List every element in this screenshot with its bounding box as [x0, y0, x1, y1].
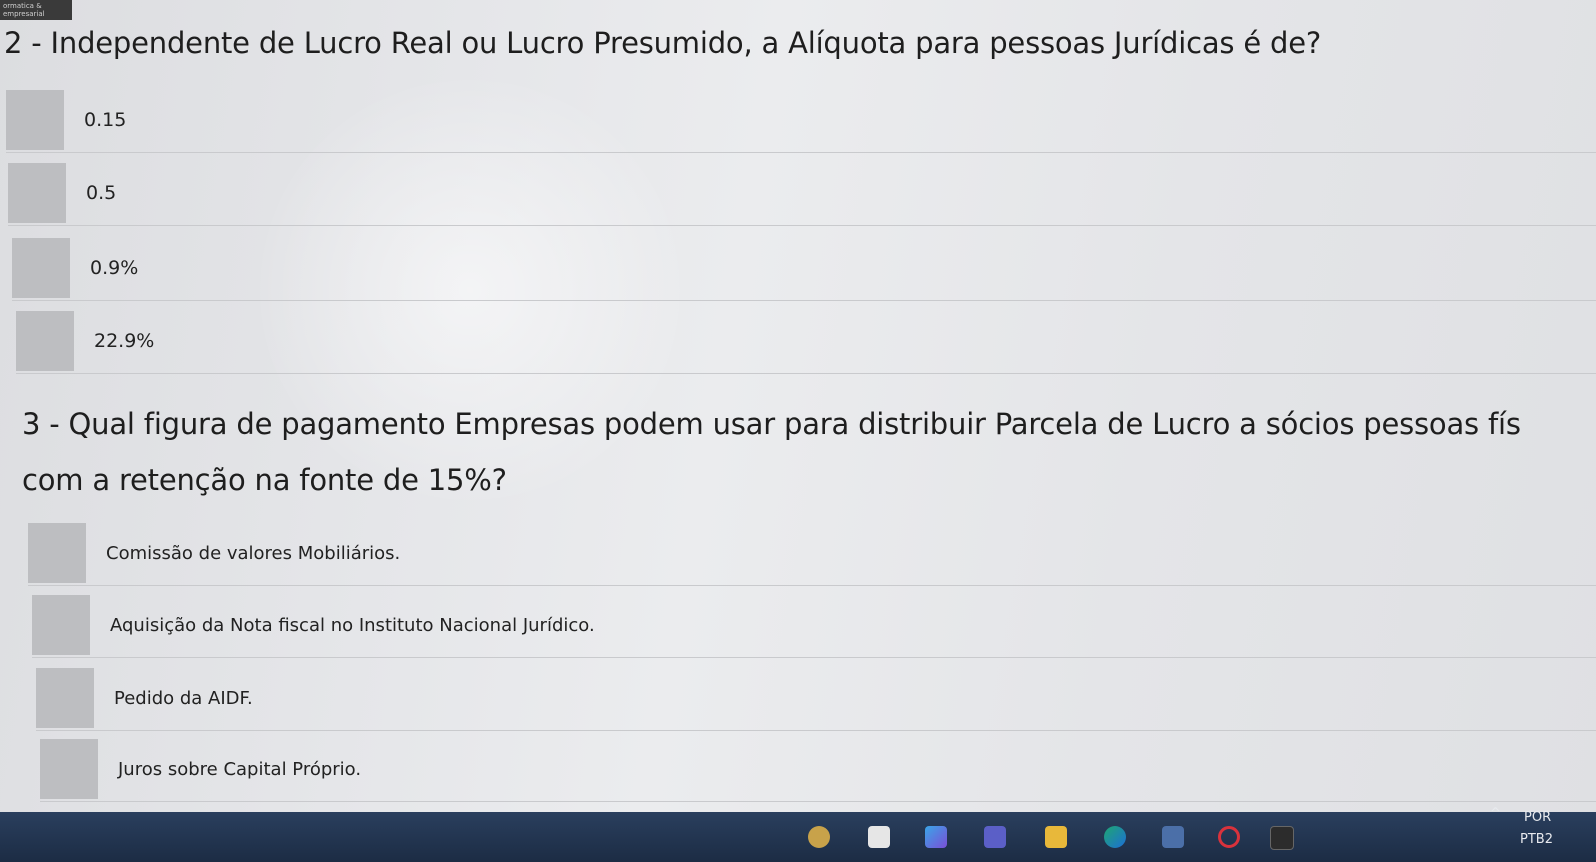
option-q2-a[interactable]: 0.15 — [6, 88, 1596, 153]
option-q3-d[interactable]: Juros sobre Capital Próprio. — [40, 737, 1596, 802]
option-q3-b[interactable]: Aquisição da Nota fiscal no Instituto Na… — [32, 593, 1596, 658]
teams-icon[interactable] — [984, 826, 1006, 848]
widgets-icon[interactable] — [868, 826, 890, 848]
brand-logo: ormatica & empresarial — [0, 0, 72, 20]
option-label: Comissão de valores Mobiliários. — [106, 542, 401, 564]
option-label: 0.9% — [90, 257, 139, 279]
quiz-page: ormatica & empresarial 2 - Independente … — [0, 0, 1596, 862]
option-q3-a[interactable]: Comissão de valores Mobiliários. — [28, 521, 1596, 586]
option-label: Aquisição da Nota fiscal no Instituto Na… — [110, 614, 595, 636]
option-checkbox[interactable] — [12, 238, 70, 298]
terminal-icon[interactable] — [1270, 826, 1294, 850]
option-label: 22.9% — [94, 330, 155, 352]
question-3-title: 3 - Qual figura de pagamento Empresas po… — [22, 396, 1521, 508]
brand-line-1: ormatica & — [3, 2, 42, 10]
option-checkbox[interactable] — [36, 668, 94, 728]
option-checkbox[interactable] — [40, 739, 98, 799]
weather-icon[interactable] — [808, 826, 830, 848]
store-icon[interactable] — [1162, 826, 1184, 848]
option-checkbox[interactable] — [16, 311, 74, 371]
keyboard-layout-indicator[interactable]: PTB2 — [1520, 832, 1553, 847]
option-label: Juros sobre Capital Próprio. — [118, 758, 362, 780]
option-label: 0.5 — [86, 182, 117, 204]
copilot-icon[interactable] — [925, 826, 947, 848]
option-q2-c[interactable]: 0.9% — [12, 236, 1596, 301]
option-label: Pedido da AIDF. — [114, 687, 253, 709]
edge-icon[interactable] — [1104, 826, 1126, 848]
file-explorer-icon[interactable] — [1045, 826, 1067, 848]
option-q3-c[interactable]: Pedido da AIDF. — [36, 666, 1596, 731]
option-checkbox[interactable] — [8, 163, 66, 223]
option-checkbox[interactable] — [32, 595, 90, 655]
question-3-line-1: 3 - Qual figura de pagamento Empresas po… — [22, 407, 1521, 441]
option-q2-d[interactable]: 22.9% — [16, 309, 1596, 374]
language-indicator[interactable]: POR — [1524, 810, 1551, 825]
question-3-line-2: com a retenção na fonte de 15%? — [22, 463, 507, 497]
question-2-title: 2 - Independente de Lucro Real ou Lucro … — [4, 26, 1322, 60]
opera-icon[interactable] — [1218, 826, 1240, 848]
option-label: 0.15 — [84, 109, 127, 131]
windows-taskbar — [0, 812, 1596, 862]
option-checkbox[interactable] — [28, 523, 86, 583]
tray-chevron-icon[interactable]: ^ — [1490, 806, 1501, 821]
option-checkbox[interactable] — [6, 90, 64, 150]
option-q2-b[interactable]: 0.5 — [8, 161, 1596, 226]
brand-line-2: empresarial — [3, 10, 45, 18]
